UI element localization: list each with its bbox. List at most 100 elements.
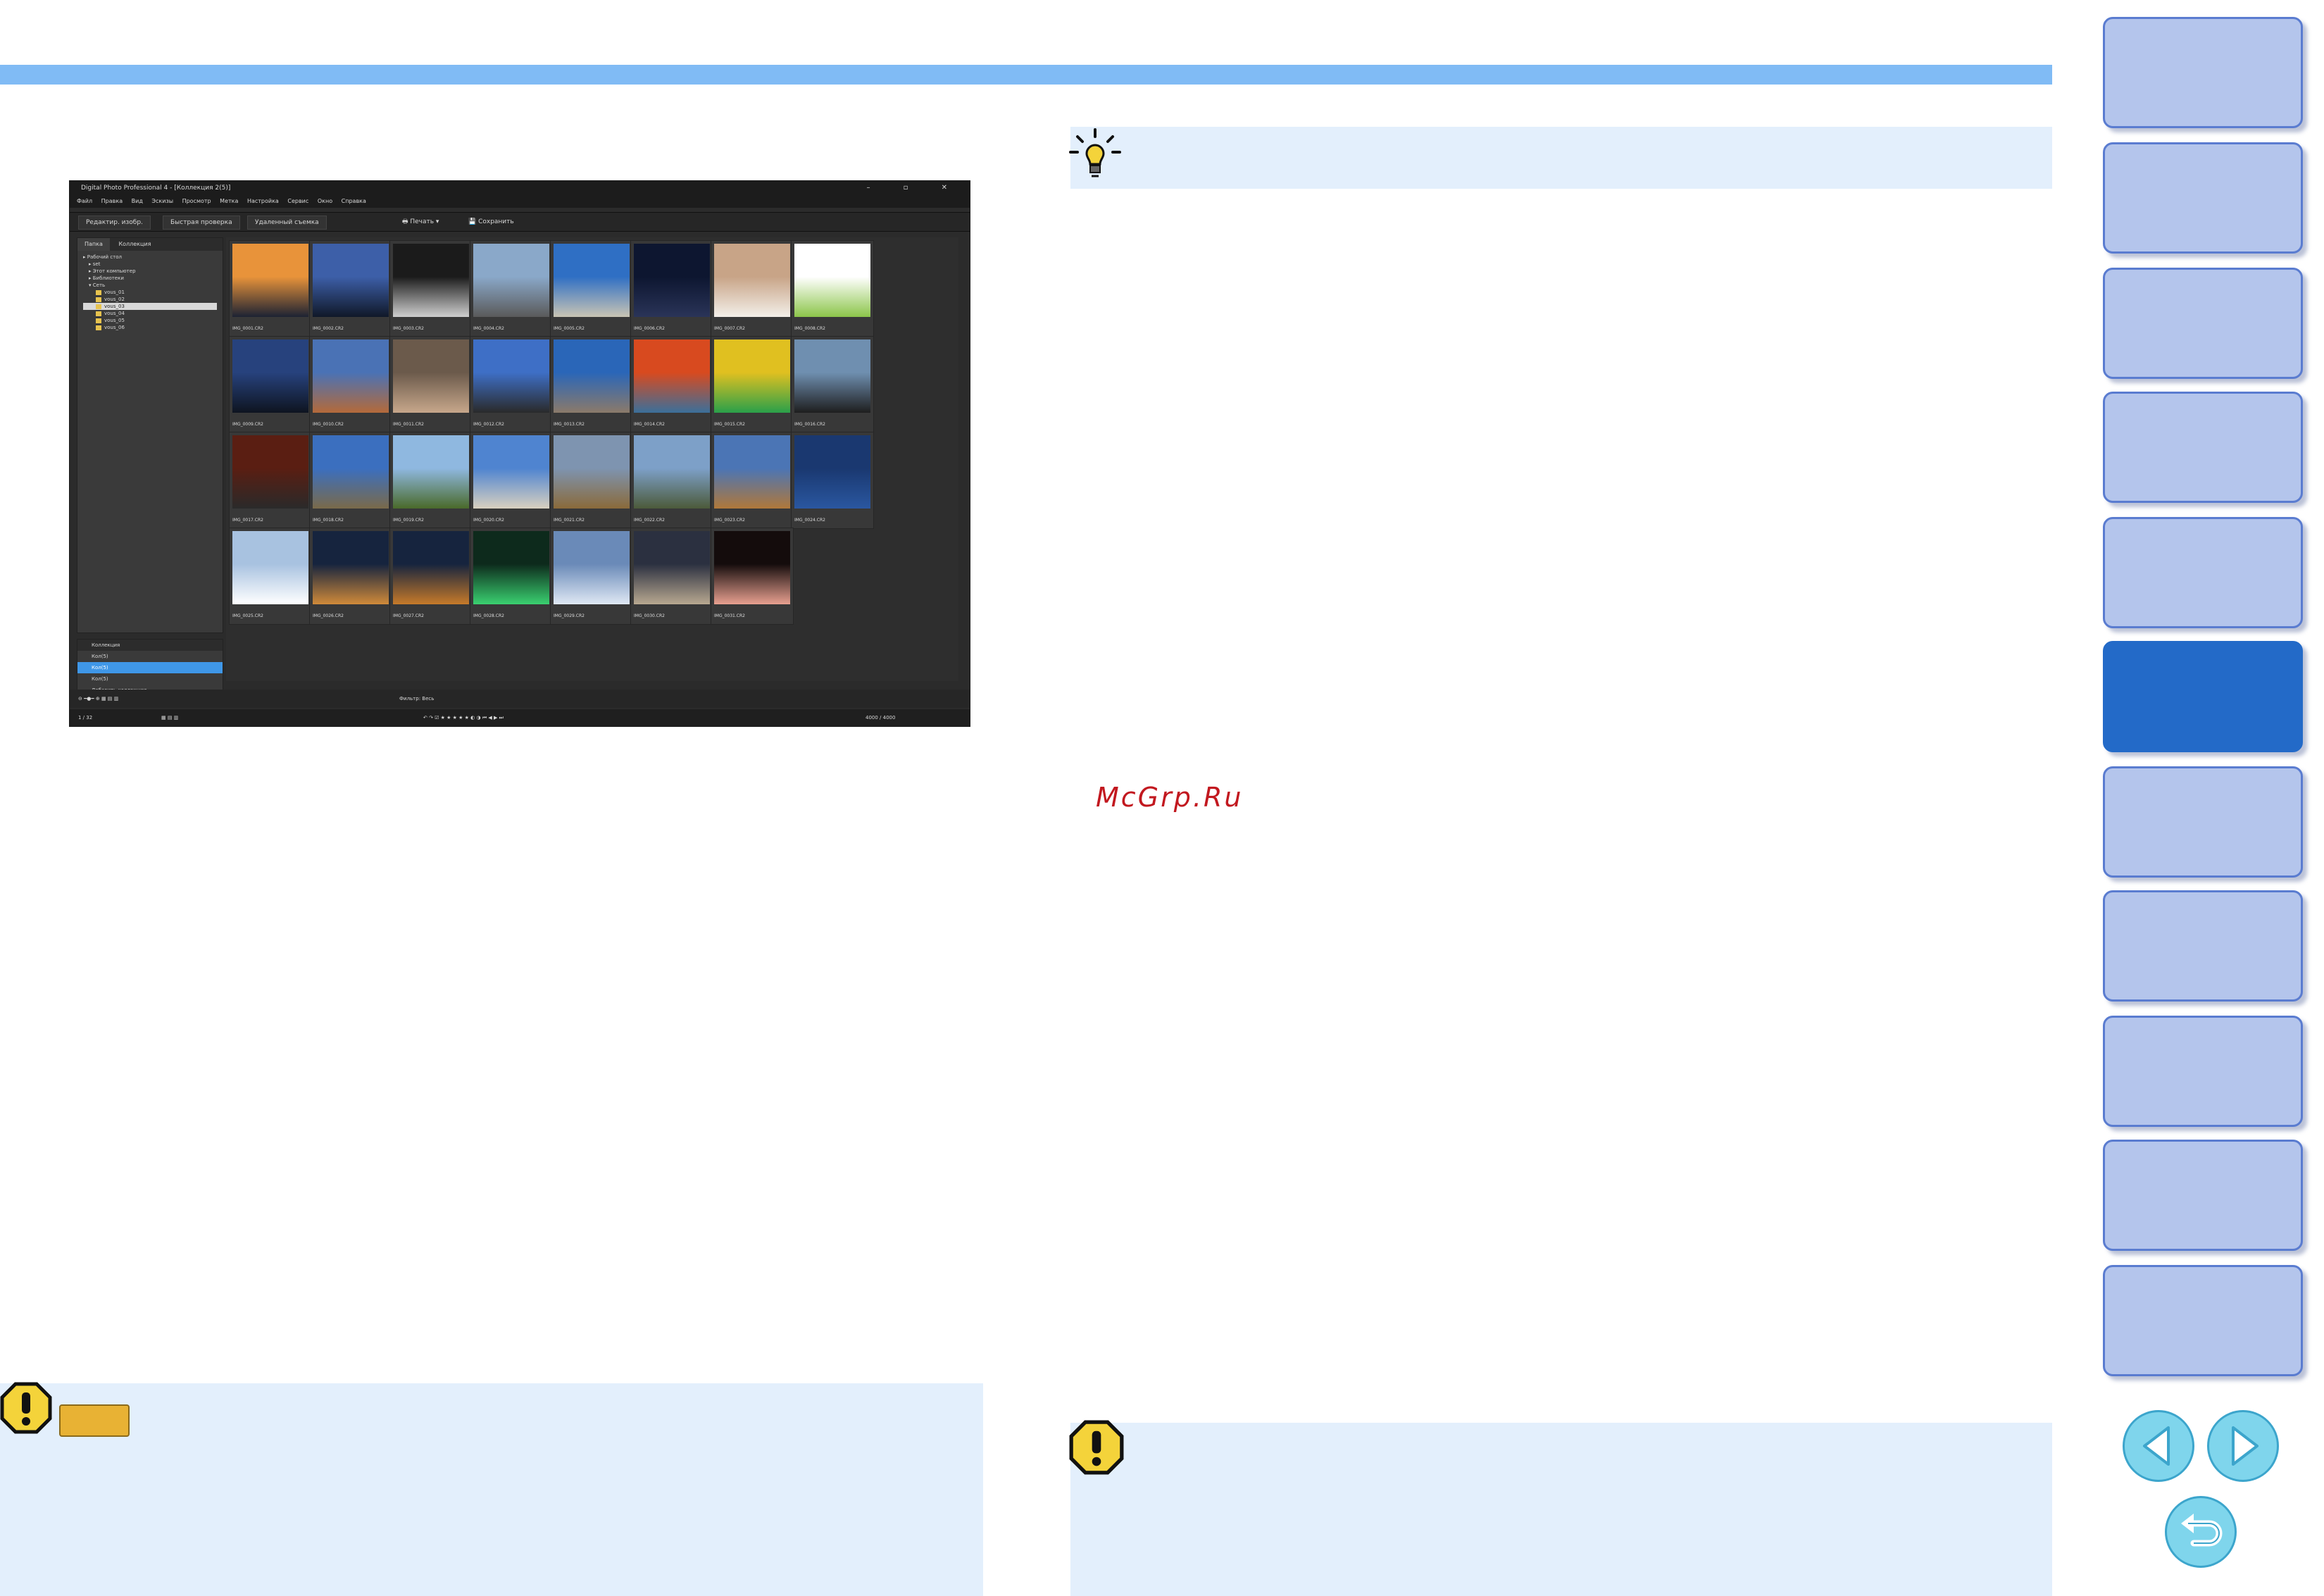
collection-header: Коллекция — [77, 640, 223, 651]
thumbnail-image — [634, 244, 710, 317]
nav-tab-1[interactable] — [2103, 17, 2303, 128]
thumbnail-caption: IMG_0019.CR2 — [393, 518, 424, 523]
thumbnail-image — [393, 339, 469, 413]
menu-item: Вид — [131, 198, 143, 204]
thumbnail: IMG_0006.CR2 — [630, 240, 713, 337]
thumbnail-image — [313, 435, 389, 509]
status-left: 1 / 32 — [78, 715, 93, 721]
thumbnail: IMG_0031.CR2 — [711, 528, 794, 625]
save-label: Сохранить — [478, 218, 514, 225]
thumbnail-caption: IMG_0002.CR2 — [313, 326, 344, 331]
nav-tab-4[interactable] — [2103, 392, 2303, 503]
tree-item: ▸ Библиотеки — [89, 275, 124, 281]
app-screenshot: Digital Photo Professional 4 - [Коллекци… — [69, 180, 970, 727]
thumbnail-image — [473, 435, 549, 509]
thumbnail: IMG_0021.CR2 — [550, 432, 633, 529]
thumbnail-image — [634, 531, 710, 604]
tree-folder: vous_06 — [83, 324, 217, 331]
remote-shoot-button: Удаленный съемка — [247, 216, 327, 230]
thumbnail-image — [794, 339, 870, 413]
thumbnail-caption: IMG_0011.CR2 — [393, 422, 424, 427]
thumbnail-image — [232, 339, 308, 413]
menu-item: Эскизы — [151, 198, 174, 204]
nav-tab-5[interactable] — [2103, 517, 2303, 628]
rating-stars: ↶ ↷ ☑ ★ ★ ★ ★ ★ ◐ ◑ ⏮ ◀ ▶ ⏭ — [423, 715, 504, 721]
collection-item: Кол(5) — [92, 654, 108, 659]
thumbnail-caption: IMG_0007.CR2 — [714, 326, 745, 331]
thumbnail-caption: IMG_0029.CR2 — [554, 613, 585, 618]
thumbnail-image — [794, 244, 870, 317]
thumbnail: IMG_0002.CR2 — [309, 240, 392, 337]
thumbnail-caption: IMG_0020.CR2 — [473, 518, 504, 523]
nav-tab-8[interactable] — [2103, 890, 2303, 1002]
nav-tab-2[interactable] — [2103, 142, 2303, 254]
thumbnail: IMG_0007.CR2 — [711, 240, 794, 337]
collection-item: Кол(5) — [92, 676, 108, 682]
tree-item: ▾ Сеть — [89, 282, 106, 288]
thumbnail-caption: IMG_0031.CR2 — [714, 613, 745, 618]
return-button[interactable] — [2165, 1496, 2237, 1568]
thumbnail-caption: IMG_0012.CR2 — [473, 422, 504, 427]
folder-pane: Папка Коллекция ▸ Рабочий стол ▸ set ▸ Э… — [77, 237, 223, 633]
thumbnail-image — [313, 339, 389, 413]
thumbnail: IMG_0029.CR2 — [550, 528, 633, 625]
edit-image-button: Редактир. изобр. — [78, 216, 151, 230]
nav-tab-3[interactable] — [2103, 268, 2303, 379]
thumbnail: IMG_0022.CR2 — [630, 432, 713, 529]
thumbnail: IMG_0023.CR2 — [711, 432, 794, 529]
prev-page-button[interactable] — [2123, 1410, 2194, 1482]
thumbnail-image — [554, 435, 630, 509]
thumbnail: IMG_0011.CR2 — [389, 336, 473, 433]
thumbnail: IMG_0013.CR2 — [550, 336, 633, 433]
thumbnail: IMG_0010.CR2 — [309, 336, 392, 433]
thumbnail-image — [393, 244, 469, 317]
view-toolbar: ⊖ ━●━ ⊕ ▦ ▤ ▥ Фильтр: Весь — [70, 690, 970, 708]
thumbnail-caption: IMG_0016.CR2 — [794, 422, 825, 427]
thumbnail: IMG_0025.CR2 — [229, 528, 312, 625]
app-menubar: Файл Правка Вид Эскизы Просмотр Метка На… — [70, 195, 970, 208]
layout-icons: ▦ ▤ ▥ — [161, 715, 179, 721]
thumbnail-image — [232, 244, 308, 317]
thumbnail-image — [313, 531, 389, 604]
tree-item: ▸ set — [89, 261, 101, 267]
nav-tab-6-active[interactable] — [2103, 641, 2303, 752]
caution-box-right — [1070, 1423, 2052, 1596]
nav-tab-11[interactable] — [2103, 1265, 2303, 1376]
thumbnail-caption: IMG_0017.CR2 — [232, 518, 263, 523]
menu-item: Окно — [317, 198, 333, 204]
thumbnail-caption: IMG_0001.CR2 — [232, 326, 263, 331]
caution-tag — [59, 1404, 130, 1437]
next-page-button[interactable] — [2207, 1410, 2279, 1482]
top-header-bar — [0, 65, 2052, 85]
pane-tabs: Папка Коллекция — [77, 238, 223, 251]
thumbnail-image — [393, 435, 469, 509]
thumbnail-image — [393, 531, 469, 604]
thumbnail-caption: IMG_0003.CR2 — [393, 326, 424, 331]
nav-tab-7[interactable] — [2103, 766, 2303, 878]
tree-item: ▸ Рабочий стол — [83, 254, 123, 260]
thumbnail: IMG_0009.CR2 — [229, 336, 312, 433]
menu-item: Правка — [101, 198, 123, 204]
thumbnail-image — [473, 244, 549, 317]
lightbulb-icon — [1069, 128, 1121, 177]
menu-item: Сервис — [287, 198, 309, 204]
thumbnail: IMG_0027.CR2 — [389, 528, 473, 625]
status-bar: 1 / 32 ▦ ▤ ▥ ↶ ↷ ☑ ★ ★ ★ ★ ★ ◐ ◑ ⏮ ◀ ▶ ⏭… — [70, 709, 970, 726]
exclamation-icon — [0, 1382, 52, 1434]
nav-tab-9[interactable] — [2103, 1016, 2303, 1127]
print-label: Печать — [410, 218, 435, 225]
filter-label: Фильтр: Весь — [399, 696, 435, 702]
thumbnail-caption: IMG_0004.CR2 — [473, 326, 504, 331]
tree-folder: vous_05 — [83, 317, 217, 324]
nav-tab-10[interactable] — [2103, 1140, 2303, 1251]
thumbnail-caption: IMG_0027.CR2 — [393, 613, 424, 618]
tip-box — [1070, 127, 2052, 189]
window-controls: – ▫ ✕ — [866, 184, 963, 192]
thumbnail-image — [473, 531, 549, 604]
thumbnail-image — [554, 244, 630, 317]
thumbnail-image — [714, 435, 790, 509]
save-button: 💾 Сохранить — [468, 218, 514, 225]
folder-tree: ▸ Рабочий стол ▸ set ▸ Этот компьютер ▸ … — [77, 251, 223, 334]
thumbnail-caption: IMG_0009.CR2 — [232, 422, 263, 427]
arrow-left-icon — [2143, 1426, 2170, 1466]
